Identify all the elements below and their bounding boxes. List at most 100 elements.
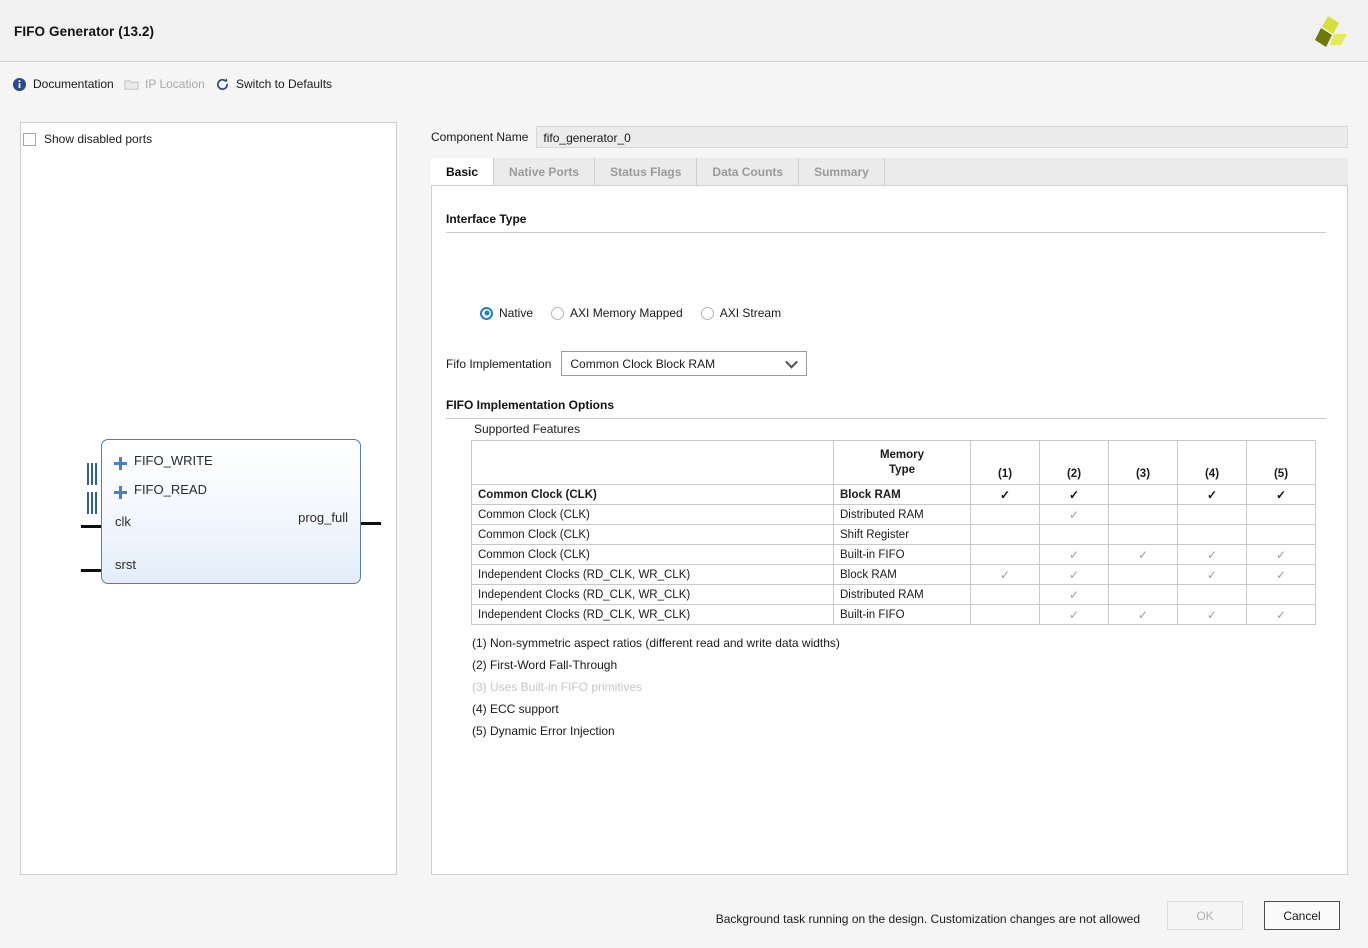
col-head-5: (5): [1246, 440, 1316, 485]
folder-icon: [124, 79, 139, 90]
srst-port-label: srst: [115, 557, 136, 572]
memory-type-head-line1: Memory: [879, 448, 925, 461]
cell-support-3: [1108, 524, 1178, 545]
cell-support-2: ✓: [1039, 504, 1109, 525]
cell-feature: Common Clock (CLK): [471, 524, 834, 545]
cell-support-4: [1177, 584, 1247, 605]
radio-native[interactable]: Native: [480, 306, 533, 320]
clk-pin-line: [81, 525, 103, 528]
prog-full-port-label: prog_full: [298, 510, 348, 525]
documentation-button[interactable]: Documentation: [12, 74, 114, 94]
status-message: Background task running on the design. C…: [715, 912, 1140, 926]
tab-native-ports-label: Native Ports: [509, 164, 580, 179]
table-row: Independent Clocks (RD_CLK, WR_CLK) Built…: [471, 604, 1316, 625]
cell-support-4: ✓: [1177, 544, 1247, 565]
fifo-implementation-select[interactable]: Common Clock Block RAM: [561, 351, 808, 376]
tab-native-ports[interactable]: Native Ports: [494, 158, 596, 185]
implementation-options-heading: FIFO Implementation Options: [446, 398, 614, 412]
col-head-2: (2): [1039, 440, 1109, 485]
ok-button[interactable]: OK: [1167, 901, 1243, 930]
table-row: Common Clock (CLK) Distributed RAM ✓: [471, 504, 1316, 525]
table-row: Common Clock (CLK) Built-in FIFO ✓ ✓ ✓ ✓: [471, 544, 1316, 565]
cell-support-5: ✓: [1246, 564, 1316, 585]
cell-feature: Independent Clocks (RD_CLK, WR_CLK): [471, 584, 834, 605]
cell-support-1: ✓: [970, 484, 1040, 505]
switch-to-defaults-button[interactable]: Switch to Defaults: [215, 74, 332, 94]
radio-axi-stream-control[interactable]: [700, 306, 714, 320]
documentation-label: Documentation: [33, 77, 114, 91]
tab-content-basic: Interface Type Native AXI Memory Mapped …: [431, 186, 1348, 875]
cell-memory-type: Built-in FIFO: [833, 604, 971, 625]
fifo-read-expand-icon[interactable]: [114, 486, 127, 499]
interface-type-heading: Interface Type: [446, 212, 527, 226]
cell-support-2: ✓: [1039, 584, 1109, 605]
footnote: (3) Uses Built-in FIFO primitives: [472, 680, 643, 694]
page-title: FIFO Generator (13.2): [14, 24, 155, 39]
radio-native-control[interactable]: [480, 306, 493, 320]
fifo-implementation-row: Fifo Implementation Common Clock Block R…: [446, 351, 808, 376]
table-row: Common Clock (CLK) Shift Register: [471, 524, 1316, 545]
component-name-label: Component Name: [431, 130, 529, 144]
cell-support-1: ✓: [970, 564, 1040, 585]
show-disabled-ports-checkbox[interactable]: [23, 132, 36, 146]
prog-full-pin-line: [361, 522, 381, 525]
tab-status-flags-label: Status Flags: [610, 164, 682, 179]
cell-support-1: [970, 544, 1040, 565]
supported-features-table: Memory Type (1) (2) (3) (4) (5) Common C…: [471, 440, 1316, 625]
footnote: (4) ECC support: [472, 702, 559, 716]
cell-support-1: [970, 504, 1040, 525]
check-icon: ✓: [999, 487, 1011, 502]
cell-support-5: ✓: [1246, 604, 1316, 625]
footnote: (1) Non-symmetric aspect ratios (differe…: [472, 636, 840, 650]
col-head-1: (1): [970, 440, 1040, 485]
srst-pin-line: [81, 569, 103, 572]
fifo-write-expand-icon[interactable]: [114, 457, 127, 470]
cell-support-1: [970, 604, 1040, 625]
tab-basic-label: Basic: [446, 164, 479, 179]
footer-bar: Background task running on the design. C…: [0, 884, 1368, 948]
cancel-button[interactable]: Cancel: [1264, 901, 1340, 930]
cell-memory-type: Shift Register: [833, 524, 971, 545]
cell-support-4: ✓: [1177, 484, 1247, 505]
show-disabled-ports-row[interactable]: Show disabled ports: [23, 132, 152, 146]
ip-location-button[interactable]: IP Location: [124, 74, 205, 94]
cell-support-1: [970, 584, 1040, 605]
fifo-implementation-label: Fifo Implementation: [446, 356, 552, 371]
check-icon: ✓: [1275, 547, 1287, 562]
cell-support-5: [1246, 524, 1316, 545]
check-icon: ✓: [1206, 567, 1218, 582]
fifo-write-label: FIFO_WRITE: [134, 453, 213, 468]
radio-native-label: Native: [499, 306, 534, 320]
fifo-implementation-value: Common Clock Block RAM: [570, 356, 716, 371]
cell-feature: Independent Clocks (RD_CLK, WR_CLK): [471, 604, 834, 625]
cell-memory-type: Distributed RAM: [833, 584, 971, 605]
fifo-generator-dialog: FIFO Generator (13.2) Documentation IP L…: [0, 0, 1368, 948]
xilinx-tri-blade-logo-icon: [1315, 16, 1347, 47]
cell-support-4: [1177, 524, 1247, 545]
tab-data-counts[interactable]: Data Counts: [697, 158, 800, 185]
cell-support-5: [1246, 504, 1316, 525]
footnote-list: (1) Non-symmetric aspect ratios (differe…: [472, 632, 840, 742]
cell-support-4: [1177, 504, 1247, 525]
show-disabled-ports-label: Show disabled ports: [44, 132, 153, 146]
radio-axi-memory-mapped-control[interactable]: [551, 306, 565, 320]
table-header: Memory Type (1) (2) (3) (4) (5): [471, 440, 1316, 485]
cell-support-3: [1108, 504, 1178, 525]
radio-axi-memory-mapped[interactable]: AXI Memory Mapped: [551, 306, 683, 320]
tab-summary[interactable]: Summary: [799, 158, 885, 185]
tab-basic[interactable]: Basic: [431, 158, 495, 185]
radio-axi-stream[interactable]: AXI Stream: [700, 306, 781, 320]
component-name-row: Component Name fifo_generator_0: [431, 126, 1348, 148]
check-icon: ✓: [1068, 607, 1080, 622]
title-bar: FIFO Generator (13.2): [0, 0, 1368, 62]
tab-status-flags[interactable]: Status Flags: [595, 158, 698, 185]
cell-support-4: ✓: [1177, 564, 1247, 585]
cell-support-2: ✓: [1039, 604, 1109, 625]
col-head-memory-type: Memory Type: [833, 440, 971, 485]
switch-to-defaults-label: Switch to Defaults: [236, 77, 333, 91]
tab-filler: [885, 158, 1348, 185]
table-body: Common Clock (CLK) Block RAM ✓ ✓ ✓ ✓ Common Cl…: [471, 484, 1316, 625]
memory-type-head-line2: Type: [889, 463, 915, 476]
cell-support-3: [1108, 584, 1178, 605]
component-name-input[interactable]: fifo_generator_0: [536, 126, 1348, 148]
